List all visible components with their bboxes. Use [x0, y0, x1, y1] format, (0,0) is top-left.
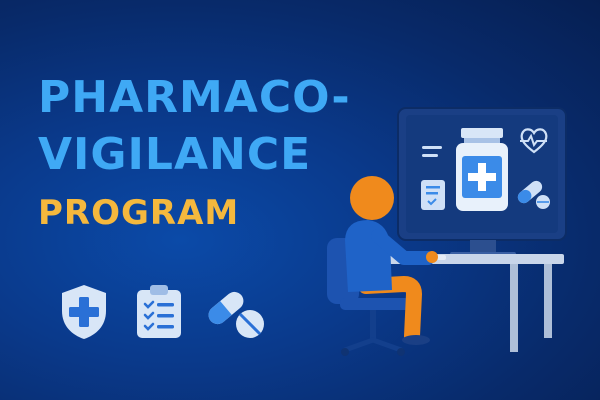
document-check-icon [421, 180, 445, 210]
workstation-illustration [327, 107, 567, 356]
